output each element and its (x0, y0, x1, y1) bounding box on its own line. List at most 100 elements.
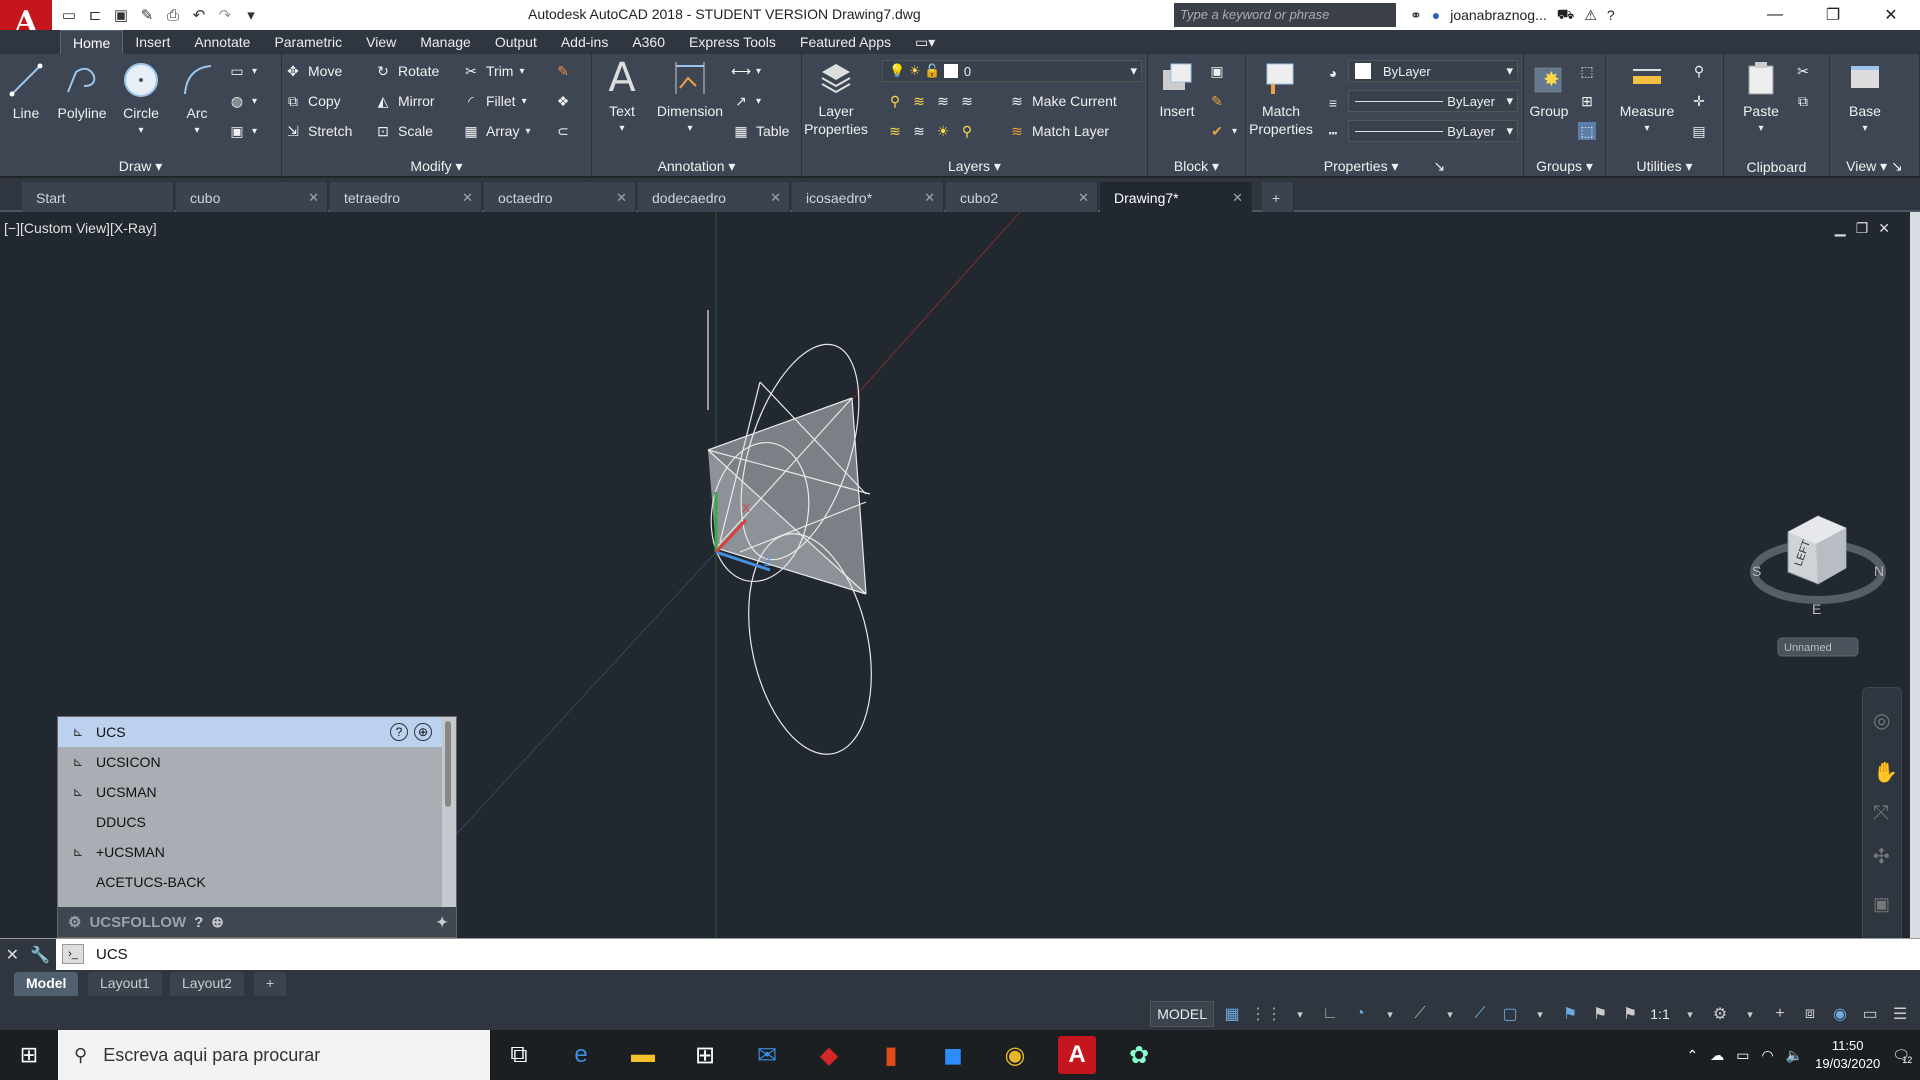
command-line[interactable]: ✕ 🔧 ›_ UCS (0, 938, 1920, 971)
modify-panel-label[interactable]: Modify ▾ (282, 158, 591, 175)
auto-scale-icon[interactable]: ⚑ (1588, 1001, 1612, 1027)
doc-tab-dodecaedro[interactable]: dodecaedro ✕ (638, 182, 790, 212)
autocomplete-item[interactable]: ⊾ UCSICON (58, 747, 442, 777)
exchange-icon[interactable]: ⚠ (1584, 7, 1597, 24)
linear-dim-icon[interactable]: ⟷ ▾ (731, 62, 761, 80)
base-button[interactable]: Base ▾ (1842, 58, 1888, 138)
explode-icon[interactable]: ❖ (554, 92, 572, 110)
save-icon[interactable]: ▣ (110, 4, 132, 26)
autocad-taskbar-icon[interactable]: A (1058, 1036, 1096, 1074)
clean-screen-icon[interactable]: ▭ (1858, 1001, 1882, 1027)
help-icon[interactable]: ? (390, 723, 408, 741)
help-icon[interactable]: ? (1607, 7, 1615, 23)
internet-search-icon[interactable]: ⊕ (414, 723, 432, 741)
minimize-icon[interactable]: ▁ (1835, 220, 1846, 237)
dropdown-icon[interactable]: ▾ (1288, 1001, 1312, 1027)
draw-panel-label[interactable]: Draw ▾ (0, 158, 281, 175)
pan-hand-icon[interactable]: ✋ (1873, 760, 1898, 785)
utilities-panel-label[interactable]: Utilities ▾ (1606, 158, 1723, 175)
hatch-icon[interactable]: ◍ ▾ (228, 92, 257, 110)
redo-icon[interactable]: ↷ (214, 4, 236, 26)
measure-button[interactable]: Measure ▾ (1614, 58, 1680, 138)
doc-tab-octaedro[interactable]: octaedro ✕ (484, 182, 636, 212)
battery-icon[interactable]: ▭ (1736, 1047, 1749, 1064)
annotation-scale-icon[interactable]: ⚑ (1618, 1001, 1642, 1027)
chevron-up-icon[interactable]: ⌃ (1687, 1047, 1699, 1064)
properties-panel-label[interactable]: Properties ▾ ↘ (1246, 158, 1523, 175)
viewport-controls-label[interactable]: [−][Custom View][X-Ray] (4, 220, 157, 236)
array-button[interactable]: ▦ Array ▾ (462, 122, 530, 140)
ribbon-toggle-icon[interactable]: ▭▾ (903, 30, 947, 54)
mail-icon[interactable]: ✉ (748, 1036, 786, 1074)
edit-block-icon[interactable]: ✎ (1208, 92, 1226, 110)
autocomplete-item[interactable]: ACETUCS-BACK (58, 867, 442, 897)
layer-tools-row-1[interactable]: ⚲ ≋ ≋ ≋ (886, 92, 976, 110)
cut-icon[interactable]: ✂ (1794, 62, 1812, 80)
color-dropdown[interactable]: ByLayer ▾ (1348, 60, 1518, 82)
arc-button[interactable]: Arc ▾ (174, 60, 220, 140)
plus-icon[interactable]: + (1768, 1001, 1792, 1027)
autocomplete-scrollbar[interactable] (442, 717, 456, 907)
user-icon[interactable]: ● (1432, 7, 1440, 23)
taskbar-search-input[interactable]: ⚲ Escreva aqui para procurar (58, 1030, 490, 1080)
dropdown-icon[interactable]: ▾ (1528, 1001, 1552, 1027)
paste-button[interactable]: Paste ▾ (1738, 58, 1784, 138)
paint-icon[interactable]: ✿ (1120, 1036, 1158, 1074)
copy-button[interactable]: ⧉ Copy (284, 92, 341, 110)
groups-panel-label[interactable]: Groups ▾ (1524, 158, 1605, 175)
tab-parametric[interactable]: Parametric (262, 30, 354, 54)
close-icon[interactable]: ✕ (6, 945, 19, 965)
polyline-button[interactable]: Polyline (52, 60, 112, 122)
dropdown-icon[interactable]: ▾ (1678, 1001, 1702, 1027)
layers-panel-label[interactable]: Layers ▾ (802, 158, 1147, 175)
windows-start-icon[interactable]: ⊞ (0, 1030, 58, 1080)
save-as-icon[interactable]: ✎ (136, 4, 158, 26)
fillet-button[interactable]: ◜ Fillet ▾ (462, 92, 526, 110)
mcafee-icon[interactable]: ◆ (810, 1036, 848, 1074)
block-panel-label[interactable]: Block ▾ (1148, 158, 1245, 175)
dropdown-icon[interactable]: ▾ (1378, 1001, 1402, 1027)
tab-home[interactable]: Home (60, 30, 124, 54)
tab-manage[interactable]: Manage (408, 30, 483, 54)
minimize-icon[interactable]: — (1746, 0, 1804, 30)
wrench-icon[interactable]: 🔧 (30, 945, 50, 965)
table-button[interactable]: ▦ Table (732, 122, 789, 140)
object-snap-icon[interactable]: ▢ (1498, 1001, 1522, 1027)
office-icon[interactable]: ▮ (872, 1036, 910, 1074)
tab-a360[interactable]: A360 (620, 30, 677, 54)
id-point-icon[interactable]: ✛ (1690, 92, 1708, 110)
tab-layout2[interactable]: Layout2 (170, 972, 244, 996)
region-icon[interactable]: ▣ ▾ (228, 122, 257, 140)
clipboard-panel-label[interactable]: Clipboard (1724, 159, 1829, 175)
hardware-acceleration-icon[interactable]: ◉ (1828, 1001, 1852, 1027)
wifi-icon[interactable]: ◠ (1761, 1047, 1773, 1064)
zoom-icon[interactable]: ◼ (934, 1036, 972, 1074)
isolate-objects-icon[interactable]: ⧈ (1798, 1001, 1822, 1027)
autocomplete-item[interactable]: ⊾ UCS ? ⊕ (58, 717, 442, 747)
vertical-scrollbar[interactable] (1910, 212, 1920, 938)
make-current-button[interactable]: ≋ Make Current (1008, 92, 1117, 110)
line-button[interactable]: Line (6, 60, 46, 122)
doc-tab-start[interactable]: Start (22, 182, 174, 212)
create-block-icon[interactable]: ▣ (1208, 62, 1226, 80)
tab-annotate[interactable]: Annotate (182, 30, 262, 54)
workspace-gear-icon[interactable]: ⚙ (1708, 1001, 1732, 1027)
customize-dropdown-icon[interactable]: ▾ (240, 4, 262, 26)
clock[interactable]: 11:50 19/03/2020 (1815, 1037, 1880, 1073)
stretch-button[interactable]: ⇲ Stretch (284, 122, 352, 140)
tab-output[interactable]: Output (483, 30, 549, 54)
volume-icon[interactable]: 🔈 (1786, 1047, 1803, 1064)
orbit-icon[interactable]: ✣ (1873, 844, 1890, 869)
tab-featured-apps[interactable]: Featured Apps (788, 30, 903, 54)
lineweight-dropdown[interactable]: ByLayer ▾ (1348, 120, 1518, 142)
layer-tools-row-2[interactable]: ≋ ≋ ☀ ⚲ (886, 122, 976, 140)
showmotion-icon[interactable]: ▣ (1873, 894, 1890, 915)
trim-button[interactable]: ✂ Trim ▾ (462, 62, 524, 80)
group-edit-icon[interactable]: ⊞ (1578, 92, 1596, 110)
task-view-icon[interactable]: ⧉ (500, 1036, 538, 1074)
autocomplete-footer[interactable]: ⚙ UCSFOLLOW ? ⊕ ✦ (58, 907, 456, 937)
doc-tab-cubo[interactable]: cubo ✕ (176, 182, 328, 212)
quick-select-icon[interactable]: ⚲ (1690, 62, 1708, 80)
ortho-icon[interactable]: ∟ (1318, 1001, 1342, 1027)
copy-clip-icon[interactable]: ⧉ (1794, 92, 1812, 110)
